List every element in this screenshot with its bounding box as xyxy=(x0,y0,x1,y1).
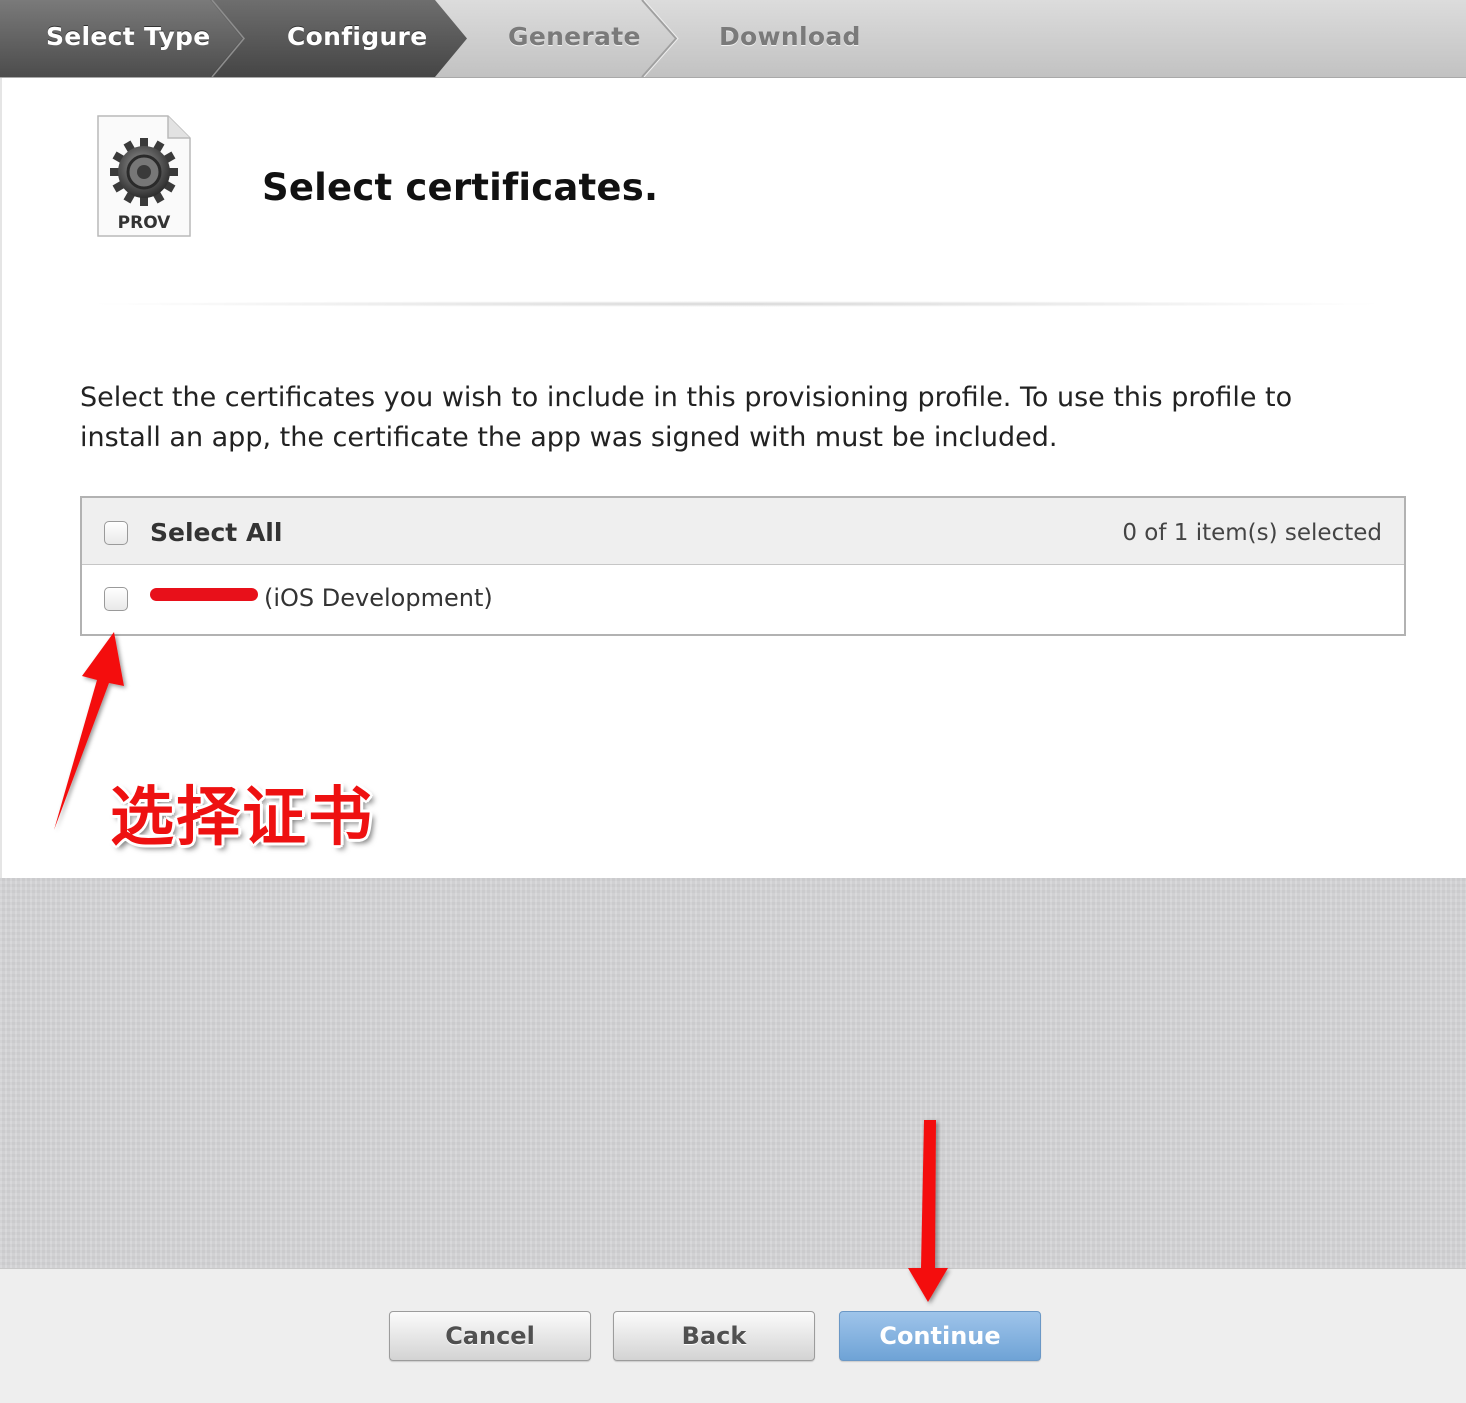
certificate-checkbox[interactable] xyxy=(104,587,128,611)
step-download: Download xyxy=(719,22,861,51)
redaction-mark xyxy=(150,588,258,601)
step-select-type: Select Type xyxy=(46,22,211,51)
file-type-label: PROV xyxy=(118,213,172,233)
gear-document-icon: PROV xyxy=(97,115,191,237)
step-generate: Generate xyxy=(508,22,641,51)
page-title: Select certificates. xyxy=(262,166,659,209)
selection-count: 0 of 1 item(s) selected xyxy=(1122,520,1382,546)
certificate-name[interactable]: (iOS Development) xyxy=(150,584,493,612)
back-button[interactable]: Back xyxy=(613,1311,815,1361)
page-description: Select the certificates you wish to incl… xyxy=(80,382,1293,453)
certificate-table: Select All 0 of 1 item(s) selected (iOS … xyxy=(80,496,1406,636)
step-configure: Configure xyxy=(287,22,428,51)
cancel-button[interactable]: Cancel xyxy=(389,1311,591,1361)
annotation-label: 选择证书 xyxy=(110,781,374,855)
step-progress-bar: Select Type Configure Generate Download xyxy=(0,0,1466,78)
select-all-checkbox[interactable] xyxy=(104,521,128,545)
certificate-type: (iOS Development) xyxy=(264,584,493,612)
continue-button[interactable]: Continue xyxy=(839,1311,1041,1361)
select-all-label[interactable]: Select All xyxy=(150,518,282,547)
background-texture xyxy=(0,878,1466,1268)
content-panel xyxy=(0,78,1466,878)
section-divider xyxy=(80,301,1392,307)
button-footer: Cancel Back Continue xyxy=(0,1268,1466,1403)
certificate-table-header: Select All 0 of 1 item(s) selected xyxy=(82,498,1404,565)
